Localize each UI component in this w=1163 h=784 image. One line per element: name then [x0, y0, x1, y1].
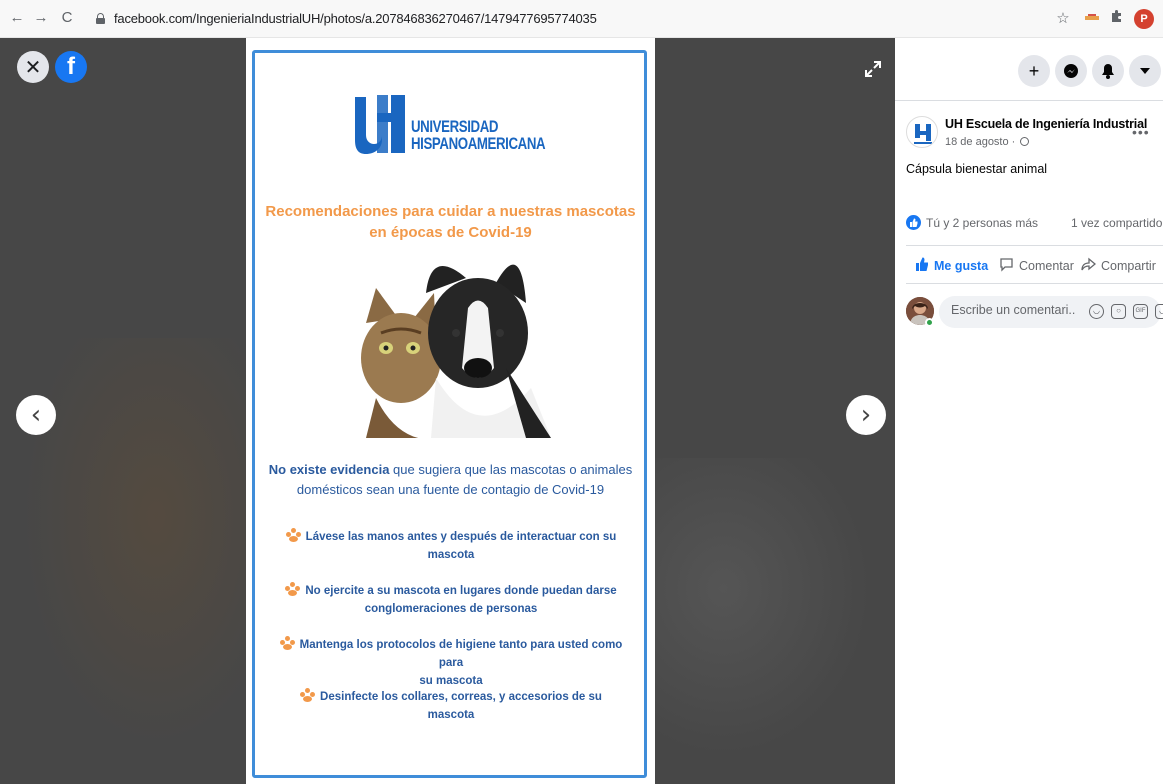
- back-button[interactable]: ←: [8, 9, 26, 27]
- create-plus-icon[interactable]: +: [1018, 55, 1050, 87]
- reactions-summary[interactable]: Tú y 2 personas más: [906, 215, 1038, 230]
- like-button[interactable]: Me gusta: [915, 257, 988, 274]
- emoji-icon[interactable]: ◡: [1089, 304, 1104, 319]
- more-options-icon[interactable]: •••: [1132, 124, 1150, 140]
- browser-toolbar: ← → C facebook.com/IngenieriaIndustrialU…: [0, 0, 1163, 38]
- previous-photo-button[interactable]: ‹: [16, 395, 56, 435]
- like-reaction-icon: [906, 215, 921, 230]
- share-button[interactable]: Compartir: [1081, 257, 1156, 275]
- tip-item: Mantenga los protocolos de higiene tanto…: [276, 636, 626, 690]
- next-photo-button[interactable]: ›: [846, 395, 886, 435]
- url-text: facebook.com/IngenieriaIndustrialUH/phot…: [114, 11, 597, 26]
- cat-and-dog-illustration: [361, 264, 551, 438]
- reload-button[interactable]: C: [58, 9, 76, 27]
- post-timestamp[interactable]: 18 de agosto ·: [945, 136, 1030, 148]
- poster-lead-text: No existe evidencia que sugiera que las …: [268, 462, 633, 497]
- address-bar[interactable]: facebook.com/IngenieriaIndustrialUH/phot…: [88, 7, 1073, 31]
- thumbs-up-icon: [915, 257, 929, 274]
- page-avatar[interactable]: [906, 116, 938, 148]
- sticker-icon[interactable]: ◡: [1155, 304, 1163, 319]
- tip-item: Lávese las manos antes y después de inte…: [276, 528, 626, 564]
- paw-icon: [279, 636, 296, 650]
- tip-item: No ejercite a su mascota en lugares dond…: [276, 582, 626, 618]
- post-sidebar: + UH Escuela de Ingeniería Industrial 18…: [895, 38, 1163, 784]
- comment-input[interactable]: [951, 303, 1076, 317]
- uh-logo-icon: [355, 95, 405, 154]
- paw-icon: [285, 528, 302, 542]
- notifications-bell-icon[interactable]: [1092, 55, 1124, 87]
- messenger-icon[interactable]: [1055, 55, 1087, 87]
- extension-icon[interactable]: [1083, 9, 1101, 29]
- globe-icon: [1020, 137, 1030, 146]
- facebook-logo-icon[interactable]: f: [55, 51, 87, 83]
- camera-icon[interactable]: ○: [1111, 304, 1126, 319]
- poster-title: Recomendaciones para cuidar a nuestras m…: [265, 203, 636, 241]
- tip-item: Desinfecte los collares, correas, y acce…: [276, 688, 626, 724]
- fullscreen-icon[interactable]: [864, 60, 882, 78]
- account-menu-icon[interactable]: [1129, 55, 1161, 87]
- university-name: UNIVERSIDAD HISPANOAMERICANA: [411, 117, 546, 153]
- comment-button[interactable]: Comentar: [999, 257, 1074, 275]
- share-arrow-icon: [1081, 257, 1097, 275]
- paw-icon: [300, 688, 316, 702]
- close-button[interactable]: ✕: [17, 51, 49, 83]
- shares-count[interactable]: 1 vez compartido: [1071, 216, 1162, 230]
- gif-icon[interactable]: GIF: [1133, 304, 1148, 319]
- online-status-dot: [925, 318, 934, 327]
- comment-box[interactable]: ◡ ○ GIF ◡: [939, 296, 1163, 328]
- bookmark-star-icon[interactable]: ☆: [1054, 9, 1072, 29]
- profile-avatar[interactable]: P: [1134, 9, 1154, 29]
- comment-bubble-icon: [999, 257, 1014, 275]
- forward-button[interactable]: →: [32, 9, 50, 27]
- photo-viewer: ✕ f ‹ › UNIVERSIDAD HISPANOAMERICANA Rec…: [0, 38, 895, 784]
- extensions-puzzle-icon[interactable]: [1108, 9, 1126, 29]
- photo-poster: UNIVERSIDAD HISPANOAMERICANA Recomendaci…: [246, 38, 655, 784]
- post-caption: Cápsula bienestar animal: [906, 162, 1048, 176]
- lock-icon: [96, 13, 105, 24]
- page-name-link[interactable]: UH Escuela de Ingeniería Industrial: [945, 117, 1147, 131]
- paw-icon: [285, 582, 301, 596]
